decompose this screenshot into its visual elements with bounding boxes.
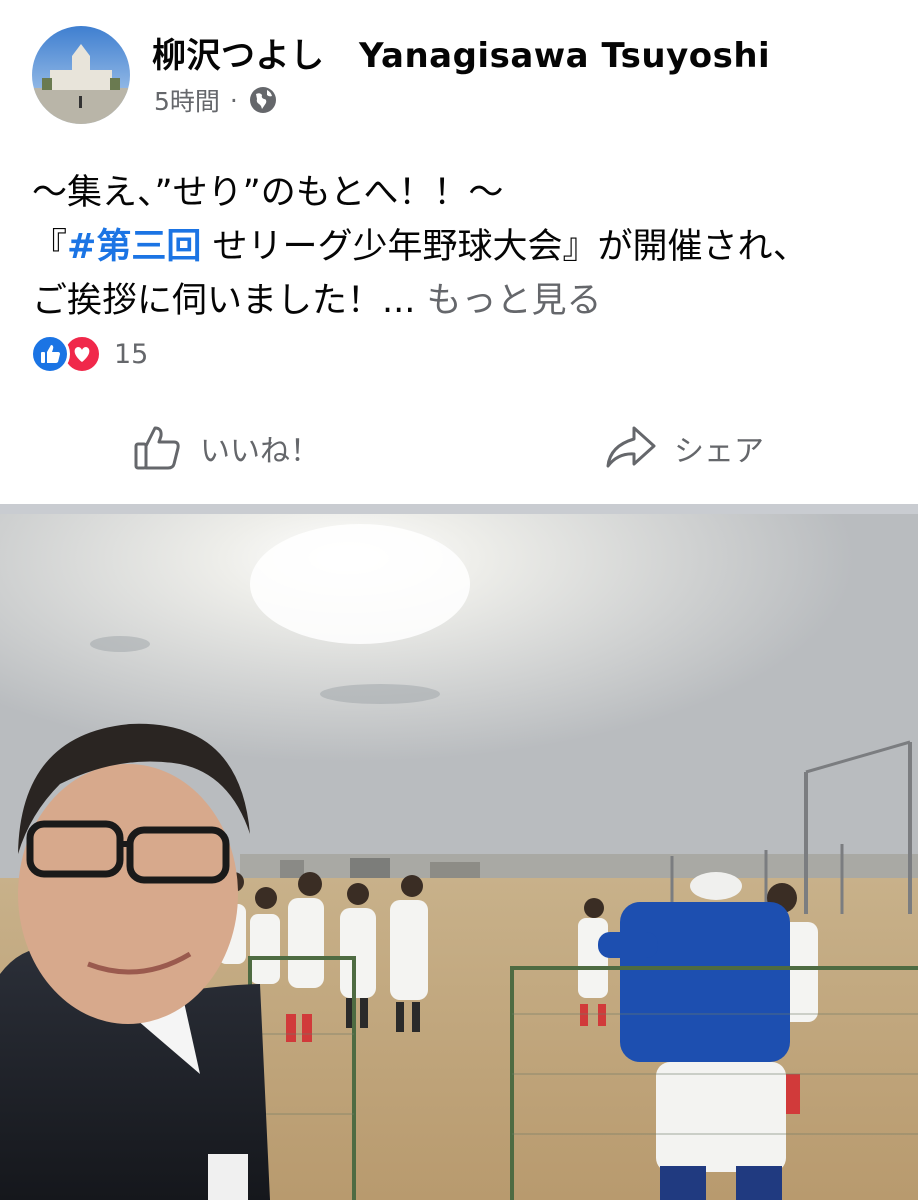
meta-separator: ·	[229, 85, 238, 115]
post-header: 柳沢つよし Yanagisawa Tsuyoshi 5時間 ·	[0, 0, 918, 150]
thumbs-up-icon	[134, 426, 180, 470]
bracket-open: 『	[32, 227, 68, 267]
post-text-line-3-body: ご挨拶に伺いました！...	[32, 281, 416, 321]
like-button[interactable]: いいね！	[132, 422, 320, 474]
share-button-label: シェア	[674, 434, 764, 469]
share-button[interactable]: シェア	[604, 422, 764, 474]
author-name[interactable]: 柳沢つよし Yanagisawa Tsuyoshi	[152, 28, 770, 77]
like-reaction-icon	[30, 334, 70, 374]
share-arrow-icon	[606, 426, 656, 468]
hashtag-link[interactable]: #第三回	[67, 227, 201, 267]
reactions-summary[interactable]: 15	[30, 334, 148, 374]
globe-icon[interactable]	[248, 85, 278, 115]
section-divider	[0, 504, 918, 514]
post-text-line-2-rest: せリーグ少年野球大会』が開催され、	[201, 227, 808, 267]
post-text-line-3: ご挨拶に伺いました！... もっと見る	[32, 274, 892, 328]
post-meta: 5時間 ·	[154, 82, 278, 118]
post-text-line-1: ～集え、”せり”のもとへ！！～	[32, 173, 504, 213]
action-bar: いいね！ シェア	[0, 410, 918, 494]
post-text-line-2: 『#第三回 せリーグ少年野球大会』が開催され、	[32, 220, 892, 274]
author-avatar[interactable]	[32, 26, 130, 124]
see-more-link[interactable]: もっと見る	[415, 281, 602, 321]
like-button-label: いいね！	[200, 434, 320, 469]
post-text: ～集え、”せり”のもとへ！！～ 『#第三回 せリーグ少年野球大会』が開催され、 …	[32, 166, 892, 328]
post-photo[interactable]	[0, 514, 918, 1200]
reaction-count: 15	[114, 338, 149, 370]
post-timestamp[interactable]: 5時間	[154, 82, 220, 118]
